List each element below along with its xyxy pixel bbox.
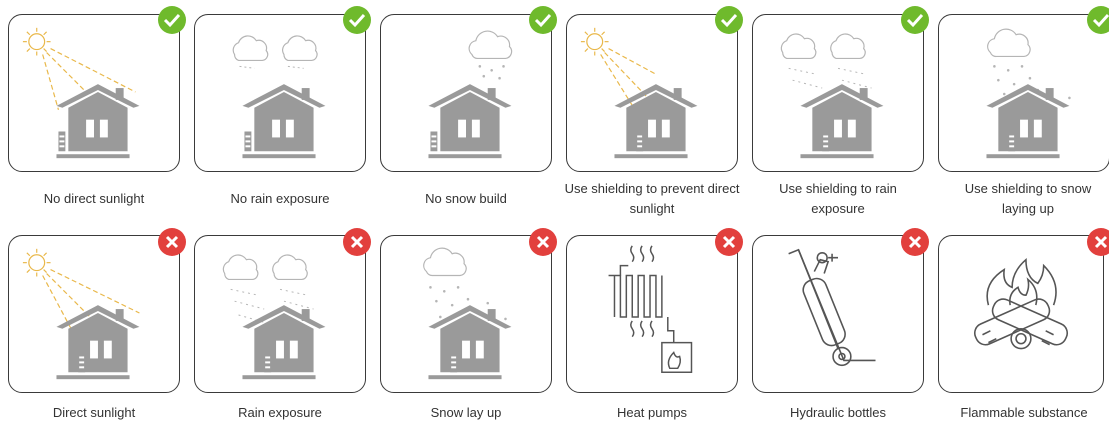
card-flammable-substance — [938, 235, 1104, 393]
label-no-rain-exposure: No rain exposure — [230, 191, 330, 206]
cross-icon — [343, 228, 371, 256]
house-sun-icon — [22, 248, 140, 380]
label-no-snow-build: No snow build — [425, 191, 507, 206]
check-icon — [529, 6, 557, 34]
label-shield-rain: Use shielding to rain exposure — [779, 181, 897, 216]
cross-icon — [158, 228, 186, 256]
house-rain-shield-icon — [780, 33, 884, 159]
label-shield-sunlight: Use shielding to prevent direct sunlight — [564, 181, 740, 216]
card-no-rain-exposure — [194, 14, 366, 172]
label-shield-snow: Use shielding to snow laying up — [964, 181, 1092, 216]
fire-logs-icon — [973, 257, 1069, 350]
card-shield-sunlight — [566, 14, 738, 172]
label-heat-pumps: Heat pumps — [616, 405, 688, 420]
house-rain-icon — [222, 254, 326, 380]
label-direct-sunlight: Direct sunlight — [52, 405, 136, 420]
card-hydraulic-bottles — [752, 235, 924, 393]
gas-cylinder-trolley-icon — [788, 248, 876, 367]
label-snow-lay-up: Snow lay up — [430, 405, 502, 420]
check-icon — [715, 6, 743, 34]
card-direct-sunlight — [8, 235, 180, 393]
card-shield-rain — [752, 14, 924, 172]
house-rain-icon — [232, 35, 326, 159]
cross-icon — [529, 228, 557, 256]
cross-icon — [715, 228, 743, 256]
heat-pump-icon — [608, 245, 693, 373]
label-no-direct-sunlight: No direct sunlight — [43, 191, 145, 206]
card-heat-pumps — [566, 235, 738, 393]
check-icon — [343, 6, 371, 34]
label-flammable-substance: Flammable substance — [960, 405, 1088, 420]
house-sun-icon — [22, 27, 140, 159]
house-snow-icon — [428, 30, 513, 159]
label-rain-exposure: Rain exposure — [238, 405, 322, 420]
card-rain-exposure — [194, 235, 366, 393]
label-hydraulic-bottles: Hydraulic bottles — [789, 405, 887, 420]
cross-icon — [901, 228, 929, 256]
card-shield-snow — [938, 14, 1109, 172]
card-no-direct-sunlight — [8, 14, 180, 172]
card-snow-lay-up — [380, 235, 552, 393]
check-icon — [158, 6, 186, 34]
house-snow-shield-icon — [986, 28, 1071, 159]
check-icon — [1087, 6, 1109, 34]
check-icon — [901, 6, 929, 34]
house-sun-shield-icon — [580, 27, 698, 159]
house-snow-icon — [423, 247, 512, 380]
card-no-snow-build — [380, 14, 552, 172]
cross-icon — [1087, 228, 1109, 256]
